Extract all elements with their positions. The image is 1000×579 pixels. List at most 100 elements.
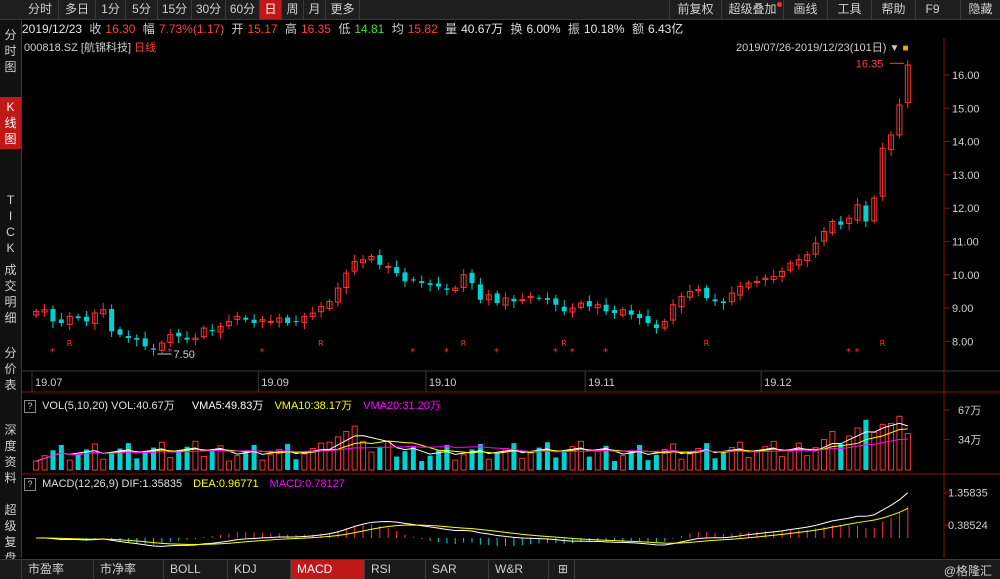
date-tick-label: 19.10	[429, 377, 457, 389]
candle-body	[695, 289, 702, 292]
volume-bar	[343, 430, 350, 471]
candle-body	[58, 319, 64, 324]
volume-bar	[125, 443, 131, 470]
event-marker: R	[67, 339, 73, 348]
indicator-tab-7[interactable]: W&R	[489, 560, 549, 579]
candle-body	[402, 272, 408, 282]
volume-bar	[888, 422, 895, 471]
volume-bar	[385, 440, 392, 471]
event-marker: *	[410, 347, 415, 358]
candle-body	[586, 301, 592, 307]
volume-bar	[745, 456, 752, 471]
kline-chart[interactable]: 16.00 15.00 14.00 13.00 12.00 11.00 10.00 9.00 8…	[0, 0, 1000, 578]
volume-bar	[619, 455, 626, 471]
event-marker: *	[444, 347, 449, 358]
volume-bar	[259, 459, 266, 471]
volume-bar	[720, 452, 726, 470]
event-marker: R	[704, 339, 710, 348]
volume-bar	[427, 455, 433, 470]
candle-body	[637, 314, 643, 319]
event-marker: *	[846, 347, 851, 358]
candle-body	[377, 255, 383, 265]
help-icon[interactable]: ?	[24, 400, 36, 413]
volume-bar	[444, 444, 450, 470]
volume-bar	[419, 461, 425, 470]
indicator-tab-3[interactable]: KDJ	[228, 560, 291, 579]
vol-tick-label: 34万	[958, 435, 981, 447]
date-tick-label: 19.12	[764, 377, 792, 389]
candle-body	[712, 299, 718, 302]
candle-body	[544, 298, 550, 300]
volume-bar	[109, 453, 115, 470]
indicator-tab-2[interactable]: BOLL	[164, 560, 228, 579]
volume-bar	[544, 442, 550, 470]
candle-body	[645, 316, 651, 324]
candle-body	[519, 299, 526, 302]
indicator-tab-0[interactable]: 市盈率	[22, 560, 94, 579]
candle-body	[184, 337, 190, 340]
volume-bar	[879, 423, 886, 471]
volume-bar	[176, 452, 182, 470]
candle-body	[603, 304, 609, 312]
candle-body	[285, 317, 291, 324]
date-tick-label: 19.11	[588, 377, 615, 389]
volume-bar	[561, 452, 567, 470]
volume-bar	[737, 441, 744, 471]
candle-body	[469, 272, 475, 284]
indicator-tabs: @格隆汇 市盈率 市净率 BOLL KDJ MACD RSI SAR W&R ⊞	[0, 559, 1000, 579]
candle-body	[243, 317, 249, 320]
candle-body	[176, 332, 182, 337]
volume-bar	[285, 444, 291, 470]
volume-bar	[318, 442, 325, 471]
volume-bar	[820, 439, 828, 471]
volume-bar	[460, 454, 467, 471]
vma5-value: VMA5:49.83万	[191, 400, 264, 412]
volume-bar	[553, 457, 559, 470]
price-tick-label: 11.00	[952, 236, 979, 248]
candle-body	[209, 330, 215, 332]
volume-bar	[334, 436, 341, 471]
volume-bar	[142, 452, 148, 470]
price-tick-label: 12.00	[952, 203, 980, 215]
add-indicator-icon[interactable]: ⊞	[553, 560, 575, 579]
candle-body	[385, 265, 392, 268]
macd-tick-label: 0.38524	[948, 520, 988, 532]
volume-bar	[301, 453, 308, 471]
candle-body	[536, 297, 542, 299]
candle-body	[394, 267, 400, 274]
event-marker: *	[855, 347, 860, 358]
macd-legend: ? MACD(12,26,9) DIF:1.35835 DEA:0.96771 …	[24, 478, 345, 491]
volume-bar	[854, 427, 861, 471]
price-tick-label: 9.00	[952, 303, 973, 315]
candle-body	[435, 283, 441, 287]
indicator-tab-5[interactable]: RSI	[365, 560, 426, 579]
candle-body	[494, 293, 500, 304]
price-tick-label: 10.00	[952, 270, 980, 282]
volume-bar	[494, 453, 500, 470]
volume-bar	[511, 443, 517, 470]
help-icon[interactable]: ?	[24, 478, 36, 491]
vma10-value: VMA10:38.17万	[274, 400, 353, 412]
vol-label: VOL(5,10,20)	[42, 400, 109, 412]
volume-bar	[645, 460, 651, 470]
candle-body	[125, 336, 131, 339]
indicator-tab-1[interactable]: 市净率	[94, 560, 164, 579]
volume-bar	[326, 441, 333, 471]
candle-body	[267, 320, 274, 323]
bottom-corner	[0, 560, 22, 579]
indicator-tab-6[interactable]: SAR	[426, 560, 489, 579]
candle-body	[477, 284, 483, 300]
candle-body	[410, 279, 416, 281]
volume-bar	[770, 440, 777, 471]
volume-bar	[368, 451, 375, 471]
indicator-tab-4[interactable]: MACD	[291, 560, 365, 579]
volume-bar	[360, 440, 367, 471]
event-marker: *	[603, 347, 608, 358]
volume-bar	[251, 444, 257, 470]
volume-bar	[267, 454, 274, 471]
volume-bar	[795, 442, 802, 471]
volume-bar	[75, 454, 81, 470]
high-annotation: 16.35	[856, 58, 884, 70]
volume-bar	[134, 458, 140, 470]
volume-bar	[577, 440, 584, 471]
